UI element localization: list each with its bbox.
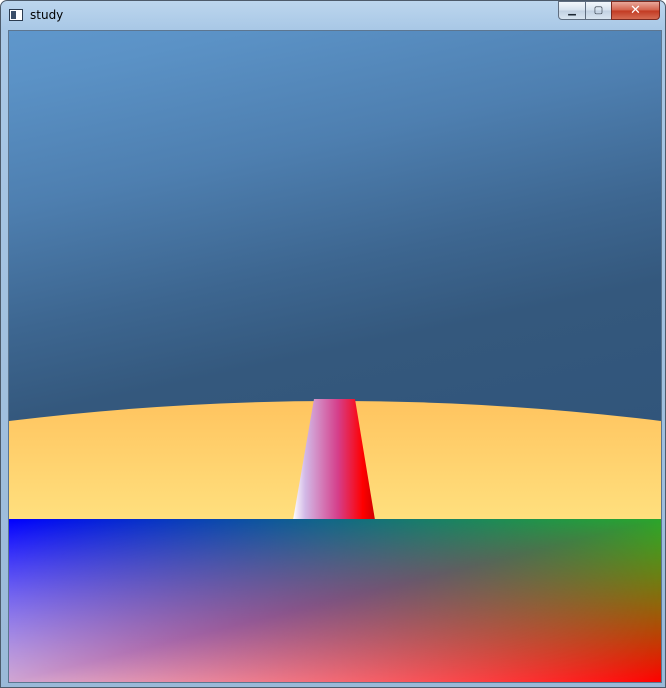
title-bar[interactable]: study ▁ ▢ ✕	[1, 1, 665, 29]
render-viewport[interactable]	[8, 30, 662, 683]
close-icon: ✕	[630, 3, 641, 18]
minimize-icon: ▁	[568, 5, 576, 16]
maximize-icon: ▢	[593, 5, 604, 16]
color-interpolated-quad	[9, 519, 661, 682]
ground-layer	[9, 399, 661, 520]
maximize-button[interactable]: ▢	[585, 1, 612, 20]
close-button[interactable]: ✕	[611, 1, 660, 20]
minimize-button[interactable]: ▁	[558, 1, 586, 20]
window-title: study	[30, 8, 64, 22]
window-app-icon[interactable]	[9, 9, 23, 21]
app-window: study ▁ ▢ ✕	[0, 0, 666, 688]
